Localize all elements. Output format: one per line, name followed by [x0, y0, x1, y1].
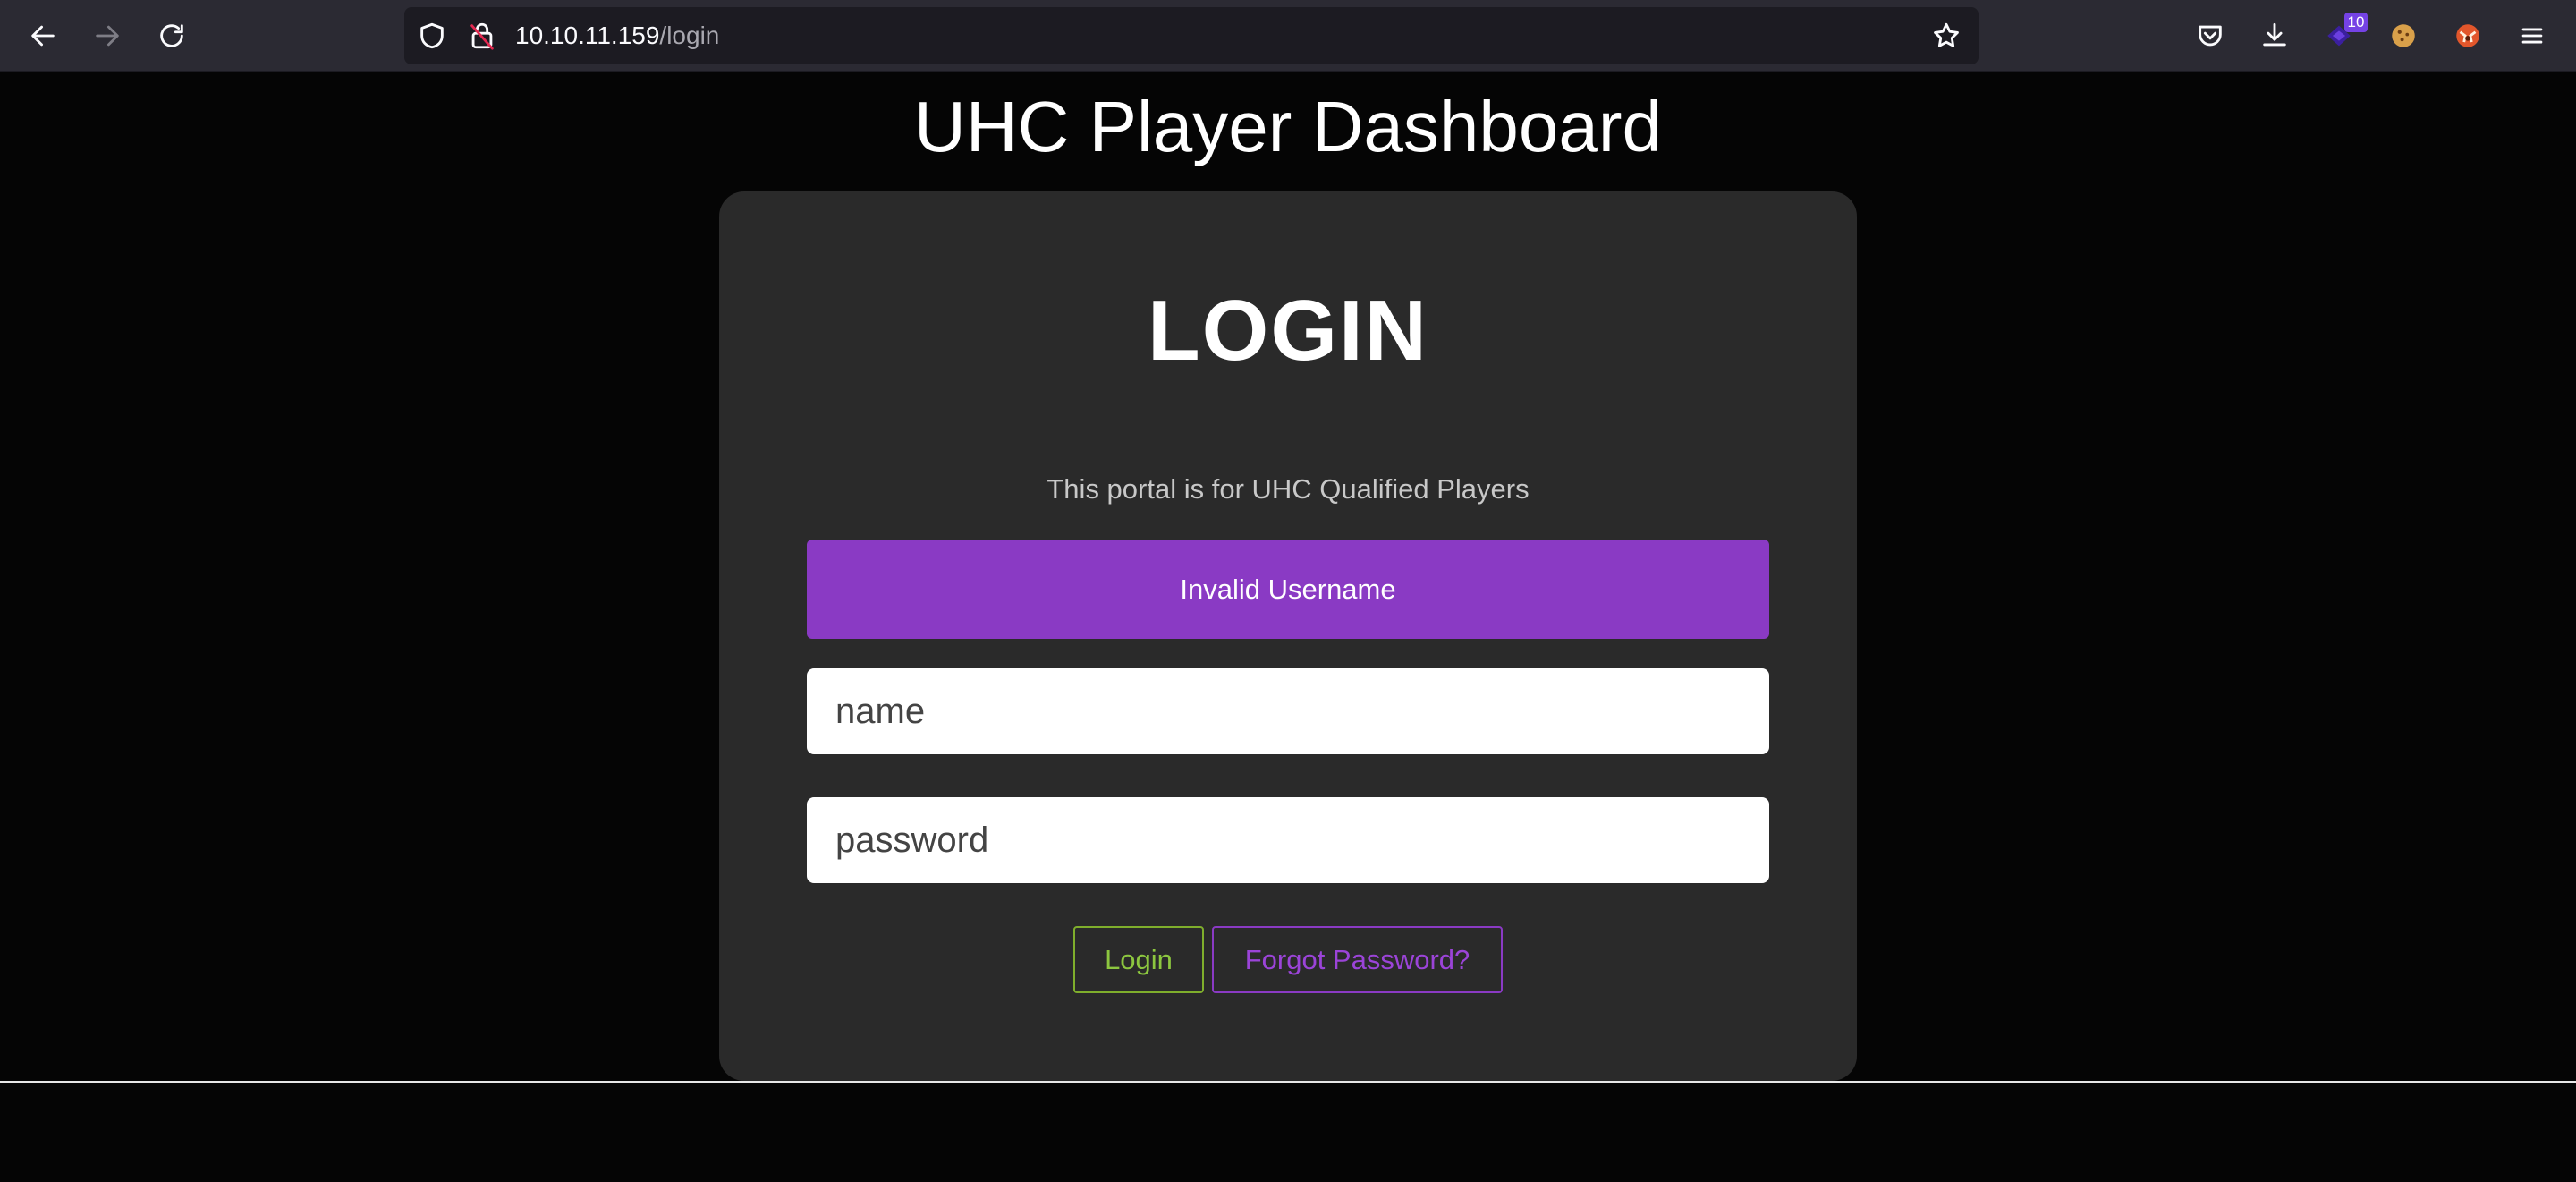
page-divider	[0, 1081, 2576, 1083]
pocket-icon	[2199, 25, 2222, 47]
portal-subtitle: This portal is for UHC Qualified Players	[1046, 473, 1530, 505]
url-host: 10.10.11.159	[515, 21, 660, 49]
forgot-password-button[interactable]: Forgot Password?	[1212, 926, 1503, 993]
menu-button[interactable]	[2512, 16, 2552, 55]
insecure-lock-icon[interactable]	[467, 21, 497, 51]
browser-toolbar: 10.10.11.159/login 10	[0, 0, 2576, 72]
login-button[interactable]: Login	[1073, 926, 1204, 993]
url-text[interactable]: 10.10.11.159/login	[515, 7, 719, 64]
forward-button[interactable]	[88, 16, 127, 55]
shield-icon[interactable]	[417, 21, 447, 51]
cookie-icon	[2392, 24, 2415, 47]
fox-extension-button[interactable]	[2448, 16, 2487, 55]
extension-badge: 10	[2344, 13, 2368, 32]
menu-icon	[2521, 28, 2543, 44]
bookmark-star-icon[interactable]	[1931, 21, 1962, 51]
back-button[interactable]	[23, 16, 63, 55]
reload-icon	[160, 24, 183, 47]
cookie-extension-button[interactable]	[2384, 16, 2423, 55]
page-title: UHC Player Dashboard	[914, 87, 1662, 166]
forward-icon	[96, 25, 119, 47]
login-heading: LOGIN	[1148, 283, 1428, 378]
url-bar[interactable]: 10.10.11.159/login	[404, 7, 1979, 64]
error-alert: Invalid Username	[807, 540, 1769, 639]
pocket-button[interactable]	[2190, 16, 2230, 55]
url-path: /login	[659, 21, 720, 49]
downloads-icon	[2263, 22, 2286, 47]
password-input[interactable]	[807, 797, 1769, 883]
fox-extension-icon	[2456, 24, 2479, 47]
name-input[interactable]	[807, 668, 1769, 754]
downloads-button[interactable]	[2255, 16, 2294, 55]
back-icon	[31, 25, 55, 47]
extension-button[interactable]: 10	[2319, 13, 2368, 55]
reload-button[interactable]	[152, 16, 191, 55]
